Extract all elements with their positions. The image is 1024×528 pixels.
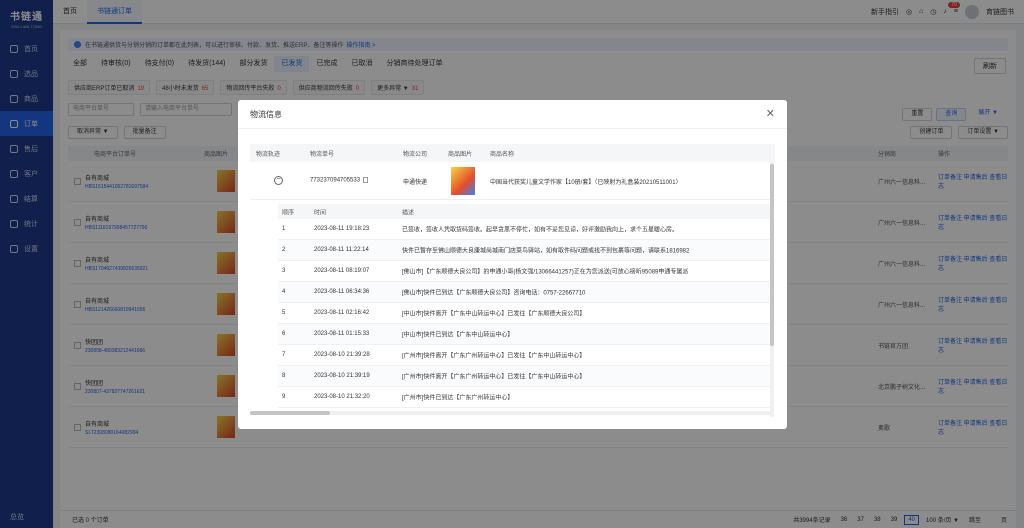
modal-table-header: 物流轨迹 物流单号 物流公司 商品图片 商品名称 — [250, 144, 775, 162]
tracking-row: 5 2023-08-11 02:16:42 [中山市]快件离开【广东中山转运中心】已… — [278, 303, 772, 324]
tracking-row: 8 2023-08-10 21:39:19 [广州市]快件离开【广东广州转运中心】已… — [278, 366, 772, 387]
track-time: 2023-08-11 02:16:42 — [314, 310, 370, 316]
tracking-number: 773237094705533 — [310, 177, 369, 184]
track-desc: [广州市]快件离开【广东广州转运中心】已发往【广东中山转运中心】 — [402, 374, 586, 381]
close-icon[interactable]: ✕ — [766, 107, 775, 120]
logistics-modal: 物流信息 ✕ 物流轨迹 物流单号 物流公司 商品图片 商品名称 − 773237… — [238, 100, 787, 429]
product-image — [451, 167, 475, 195]
track-time: 2023-08-10 21:32:20 — [314, 394, 370, 400]
track-desc: [广州市]快件已到达【广东广州转运中心】 — [402, 395, 514, 402]
track-seq: 1 — [282, 226, 286, 232]
vertical-scrollbar[interactable] — [770, 162, 774, 417]
track-time: 2023-08-11 06:34:36 — [314, 289, 370, 295]
tracking-row: 6 2023-08-11 01:15:33 [中山市]快件已到达【广东中山转运中心】 — [278, 324, 772, 345]
track-desc: [佛山市]【广东顺德大良公司】的申通小哥(杨文强/13066441257)正在为… — [402, 269, 689, 276]
track-time: 2023-08-10 21:39:19 — [314, 373, 370, 379]
tracking-row: 9 2023-08-10 21:32:20 [广州市]快件已到达【广东广州转运中心】 — [278, 387, 772, 408]
collapse-icon[interactable]: − — [274, 176, 283, 185]
col-track: 物流轨迹 — [256, 151, 281, 158]
track-seq: 2 — [282, 247, 286, 253]
courier-company: 申通快递 — [403, 180, 428, 186]
track-time: 2023-08-10 21:39:28 — [314, 352, 370, 358]
track-desc: [中山市]快件已到达【广东中山转运中心】 — [402, 332, 514, 339]
track-seq: 8 — [282, 373, 286, 379]
col-company: 物流公司 — [403, 151, 428, 158]
track-desc: [中山市]快件离开【广东中山转运中心】已发往【广东顺德大良公司】 — [402, 311, 586, 318]
track-time: 2023-08-11 19:18:23 — [314, 226, 370, 232]
track-seq: 5 — [282, 310, 286, 316]
track-seq: 4 — [282, 289, 286, 295]
tracking-number-text: 773237094705533 — [310, 177, 361, 184]
modal-title: 物流信息 — [238, 100, 787, 129]
tracking-row: 7 2023-08-10 21:39:28 [广州市]快件离开【广东广州转运中心】已… — [278, 345, 772, 366]
track-time: 2023-08-11 11:22:14 — [314, 247, 369, 253]
product-name: 中国当代获奖儿童文学作家【10册/套】（已映射为礼盒装20210511001） — [490, 180, 682, 186]
track-seq: 6 — [282, 331, 286, 337]
track-time: 2023-08-11 01:15:33 — [314, 331, 370, 337]
col-seq: 顺序 — [282, 210, 295, 216]
track-desc: [广州市]快件离开【广东广州转运中心】已发往【广东中山转运中心】 — [402, 353, 586, 360]
col-time: 时间 — [314, 210, 327, 216]
track-desc: 已签收，签收人凭取货码签收。起早贪黑不停忙，如有不妥您见谅，好评激励我向上，求个… — [402, 227, 679, 234]
col-product-name: 商品名称 — [490, 151, 515, 158]
tracking-row: 3 2023-08-11 08:19:07 [佛山市]【广东顺德大良公司】的申通小哥… — [278, 261, 772, 282]
tracking-row: 4 2023-08-11 06:34:36 [佛山市]快件已到达【广东顺德大良公司】… — [278, 282, 772, 303]
track-desc: 快件已暂存至佛山顺德大良康城尚城南门店菜鸟驿站，如有取件码问题或找不到包裹等问题… — [402, 248, 690, 255]
col-product-image: 商品图片 — [448, 151, 473, 158]
tracking-row: 2 2023-08-11 11:22:14 快件已暂存至佛山顺德大良康城尚城南门店菜… — [278, 240, 772, 261]
track-seq: 7 — [282, 352, 286, 358]
track-seq: 3 — [282, 268, 286, 274]
tracking-row: 1 2023-08-11 19:18:23 已签收，签收人凭取货码签收。起早贪黑不停… — [278, 219, 772, 240]
tracking-table: 顺序 时间 描述 1 2023-08-11 19:18:23 已签收，签收人凭取货码… — [278, 204, 772, 411]
track-seq: 9 — [282, 394, 286, 400]
modal-shipment-row: − 773237094705533 申通快递 中国当代获奖儿童文学作家【10册/… — [250, 162, 775, 200]
copy-icon[interactable] — [363, 177, 369, 183]
track-desc: [佛山市]快件已到达【广东顺德大良公司】咨询电话：0757-22667710 — [402, 290, 586, 297]
tracking-header: 顺序 时间 描述 — [278, 204, 772, 219]
col-desc: 描述 — [402, 210, 415, 216]
horizontal-scrollbar[interactable] — [250, 411, 770, 415]
track-time: 2023-08-11 08:19:07 — [314, 268, 370, 274]
col-tracking-no: 物流单号 — [310, 151, 335, 158]
